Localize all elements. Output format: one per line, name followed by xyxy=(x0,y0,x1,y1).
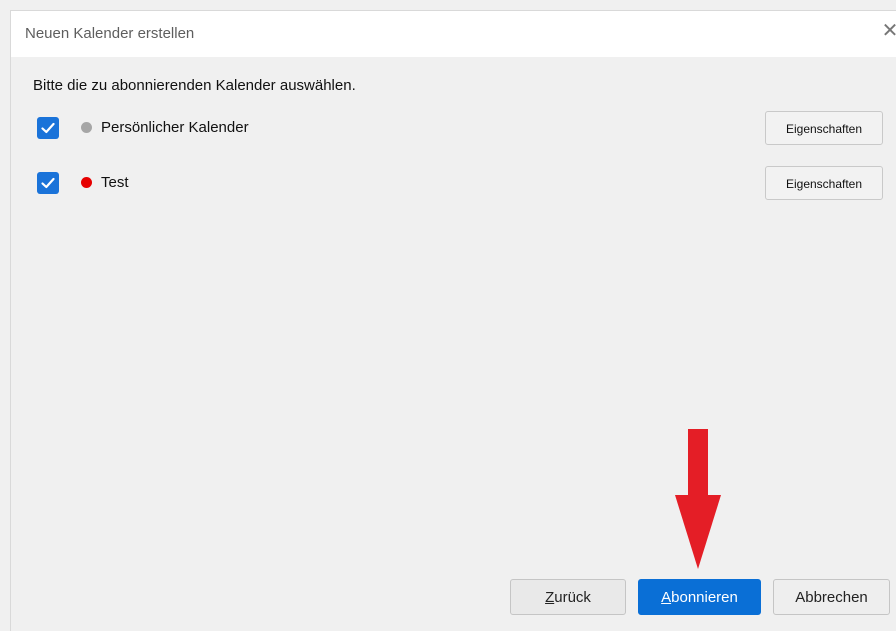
calendar-color-dot xyxy=(81,177,92,188)
subscribe-accel-key: A xyxy=(661,589,672,606)
back-button[interactable]: Zurück xyxy=(510,579,626,615)
calendar-color-dot xyxy=(81,122,92,133)
checkmark-icon xyxy=(41,177,55,189)
calendar-checkbox-test[interactable] xyxy=(37,172,59,194)
properties-button[interactable]: Eigenschaften xyxy=(765,166,883,200)
cancel-button[interactable]: Abbrechen xyxy=(773,579,890,615)
back-accel-key: Z xyxy=(545,589,555,606)
close-icon[interactable]: ✕ xyxy=(880,21,896,41)
subscribe-label: bonnieren xyxy=(671,589,738,606)
instruction-text: Bitte die zu abonnierenden Kalender ausw… xyxy=(33,77,356,94)
down-arrow-icon xyxy=(675,429,721,569)
subscribe-calendar-dialog: Neuen Kalender erstellen ✕ Bitte die zu … xyxy=(10,10,896,631)
calendar-row-test: Test Eigenschaften xyxy=(35,166,895,200)
calendar-checkbox-personal[interactable] xyxy=(37,117,59,139)
arrow-shaft xyxy=(688,429,708,499)
calendar-name: Persönlicher Kalender xyxy=(101,119,249,136)
subscribe-button[interactable]: Abonnieren xyxy=(638,579,761,615)
dialog-title: Neuen Kalender erstellen xyxy=(25,25,195,42)
calendar-row-personal: Persönlicher Kalender Eigenschaften xyxy=(35,111,895,145)
checkmark-icon xyxy=(41,122,55,134)
arrow-head xyxy=(675,495,721,569)
calendar-name: Test xyxy=(101,174,129,191)
title-bar: Neuen Kalender erstellen ✕ xyxy=(11,11,896,57)
properties-button[interactable]: Eigenschaften xyxy=(765,111,883,145)
back-label: urück xyxy=(554,589,591,606)
